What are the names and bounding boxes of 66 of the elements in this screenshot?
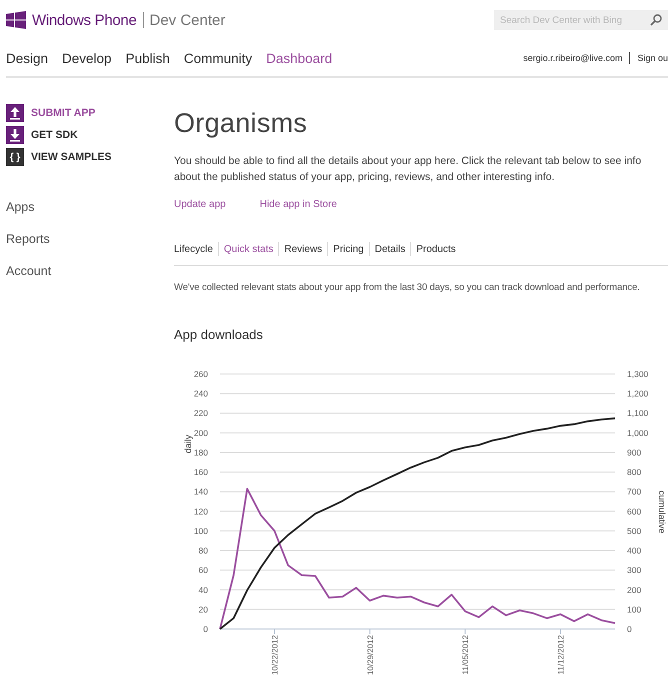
nav-item[interactable]: Develop <box>62 50 112 66</box>
sidebar-item[interactable]: Apps <box>6 200 174 214</box>
axis-label: 240 <box>194 388 208 399</box>
axis-label: 0 <box>627 624 632 634</box>
tab[interactable]: Reviews <box>284 244 322 254</box>
axis-label: 200 <box>627 584 642 595</box>
sidebar-item[interactable]: Account <box>6 264 174 278</box>
axis-title: daily <box>183 434 193 454</box>
account-email: sergio.r.ribeiro@live.com <box>523 53 622 63</box>
sidebar-action[interactable]: SUBMIT APP <box>6 104 174 122</box>
tab[interactable]: Pricing <box>333 244 364 254</box>
axis-label: 400 <box>627 546 642 556</box>
axis-label: 1,000 <box>627 428 648 438</box>
axis-label: 60 <box>198 565 208 576</box>
download-icon <box>6 126 24 144</box>
tab[interactable]: Lifecycle <box>174 244 213 254</box>
upload-icon <box>6 104 24 122</box>
search-icon[interactable] <box>650 14 662 26</box>
page-title: Organisms <box>174 108 308 139</box>
sidebar-action[interactable]: { } VIEW SAMPLES <box>6 148 174 166</box>
windows-logo-icon <box>6 11 26 29</box>
axis-label: 800 <box>627 467 642 478</box>
axis-label: 900 <box>627 447 642 458</box>
axis-label: 11/05/2012 <box>461 635 470 674</box>
axis-label: 1,200 <box>627 388 648 399</box>
axis-label: 500 <box>627 526 642 536</box>
axis-label: 200 <box>194 428 208 438</box>
section-title: App downloads <box>174 327 264 342</box>
tab[interactable]: Details <box>374 244 406 254</box>
axis-title: cumulative <box>657 490 667 534</box>
axis-label: 10/22/2012 <box>270 635 280 676</box>
axis-label: 160 <box>194 467 208 478</box>
axis-label: 10/29/2012 <box>366 635 375 676</box>
nav-item[interactable]: Dashboard <box>266 50 332 66</box>
axis-label: 300 <box>627 565 642 576</box>
axis-label: 1,100 <box>627 408 648 418</box>
nav-item[interactable]: Design <box>6 50 48 66</box>
nav-item[interactable]: Community <box>184 50 252 66</box>
product-name: Dev Center <box>150 12 226 28</box>
tab[interactable]: Products <box>416 244 456 254</box>
app-link[interactable]: Hide app in Store <box>260 199 337 210</box>
axis-label: 11/12/2012 <box>556 635 566 674</box>
tab[interactable]: Quick stats <box>224 244 274 254</box>
axis-label: 20 <box>198 604 208 614</box>
axis-label: 260 <box>194 369 208 379</box>
axis-label: 0 <box>203 624 208 634</box>
stats-text: We've collected relevant stats about your app from the last 30 days, so you can track download and performance. <box>174 282 641 293</box>
axis-label: 600 <box>627 506 642 516</box>
code-icon: { } <box>6 148 24 166</box>
axis-label: 100 <box>194 526 208 536</box>
axis-label: 80 <box>198 546 208 556</box>
nav-item[interactable]: Publish <box>126 50 170 66</box>
sidebar-action[interactable]: GET SDK <box>6 126 174 144</box>
axis-label: 40 <box>198 584 208 595</box>
axis-label: 180 <box>194 447 208 458</box>
sidebar-item[interactable]: Reports <box>6 232 174 246</box>
axis-label: 120 <box>194 506 208 516</box>
axis-label: 1,300 <box>627 369 648 379</box>
app-link[interactable]: Update app <box>174 199 226 210</box>
intro-text: You should be able to find all the details about your app here. Click the relevant tab below to see info about the published status of your app, pricing, reviews, and other interesting info. <box>174 154 642 185</box>
axis-label: 100 <box>627 604 642 614</box>
axis-label: 220 <box>194 408 208 418</box>
sign-out-link[interactable]: Sign ou <box>637 53 668 63</box>
axis-label: 700 <box>627 486 642 497</box>
axis-label: 140 <box>194 486 208 497</box>
brand-name[interactable]: Windows Phone <box>32 12 136 28</box>
